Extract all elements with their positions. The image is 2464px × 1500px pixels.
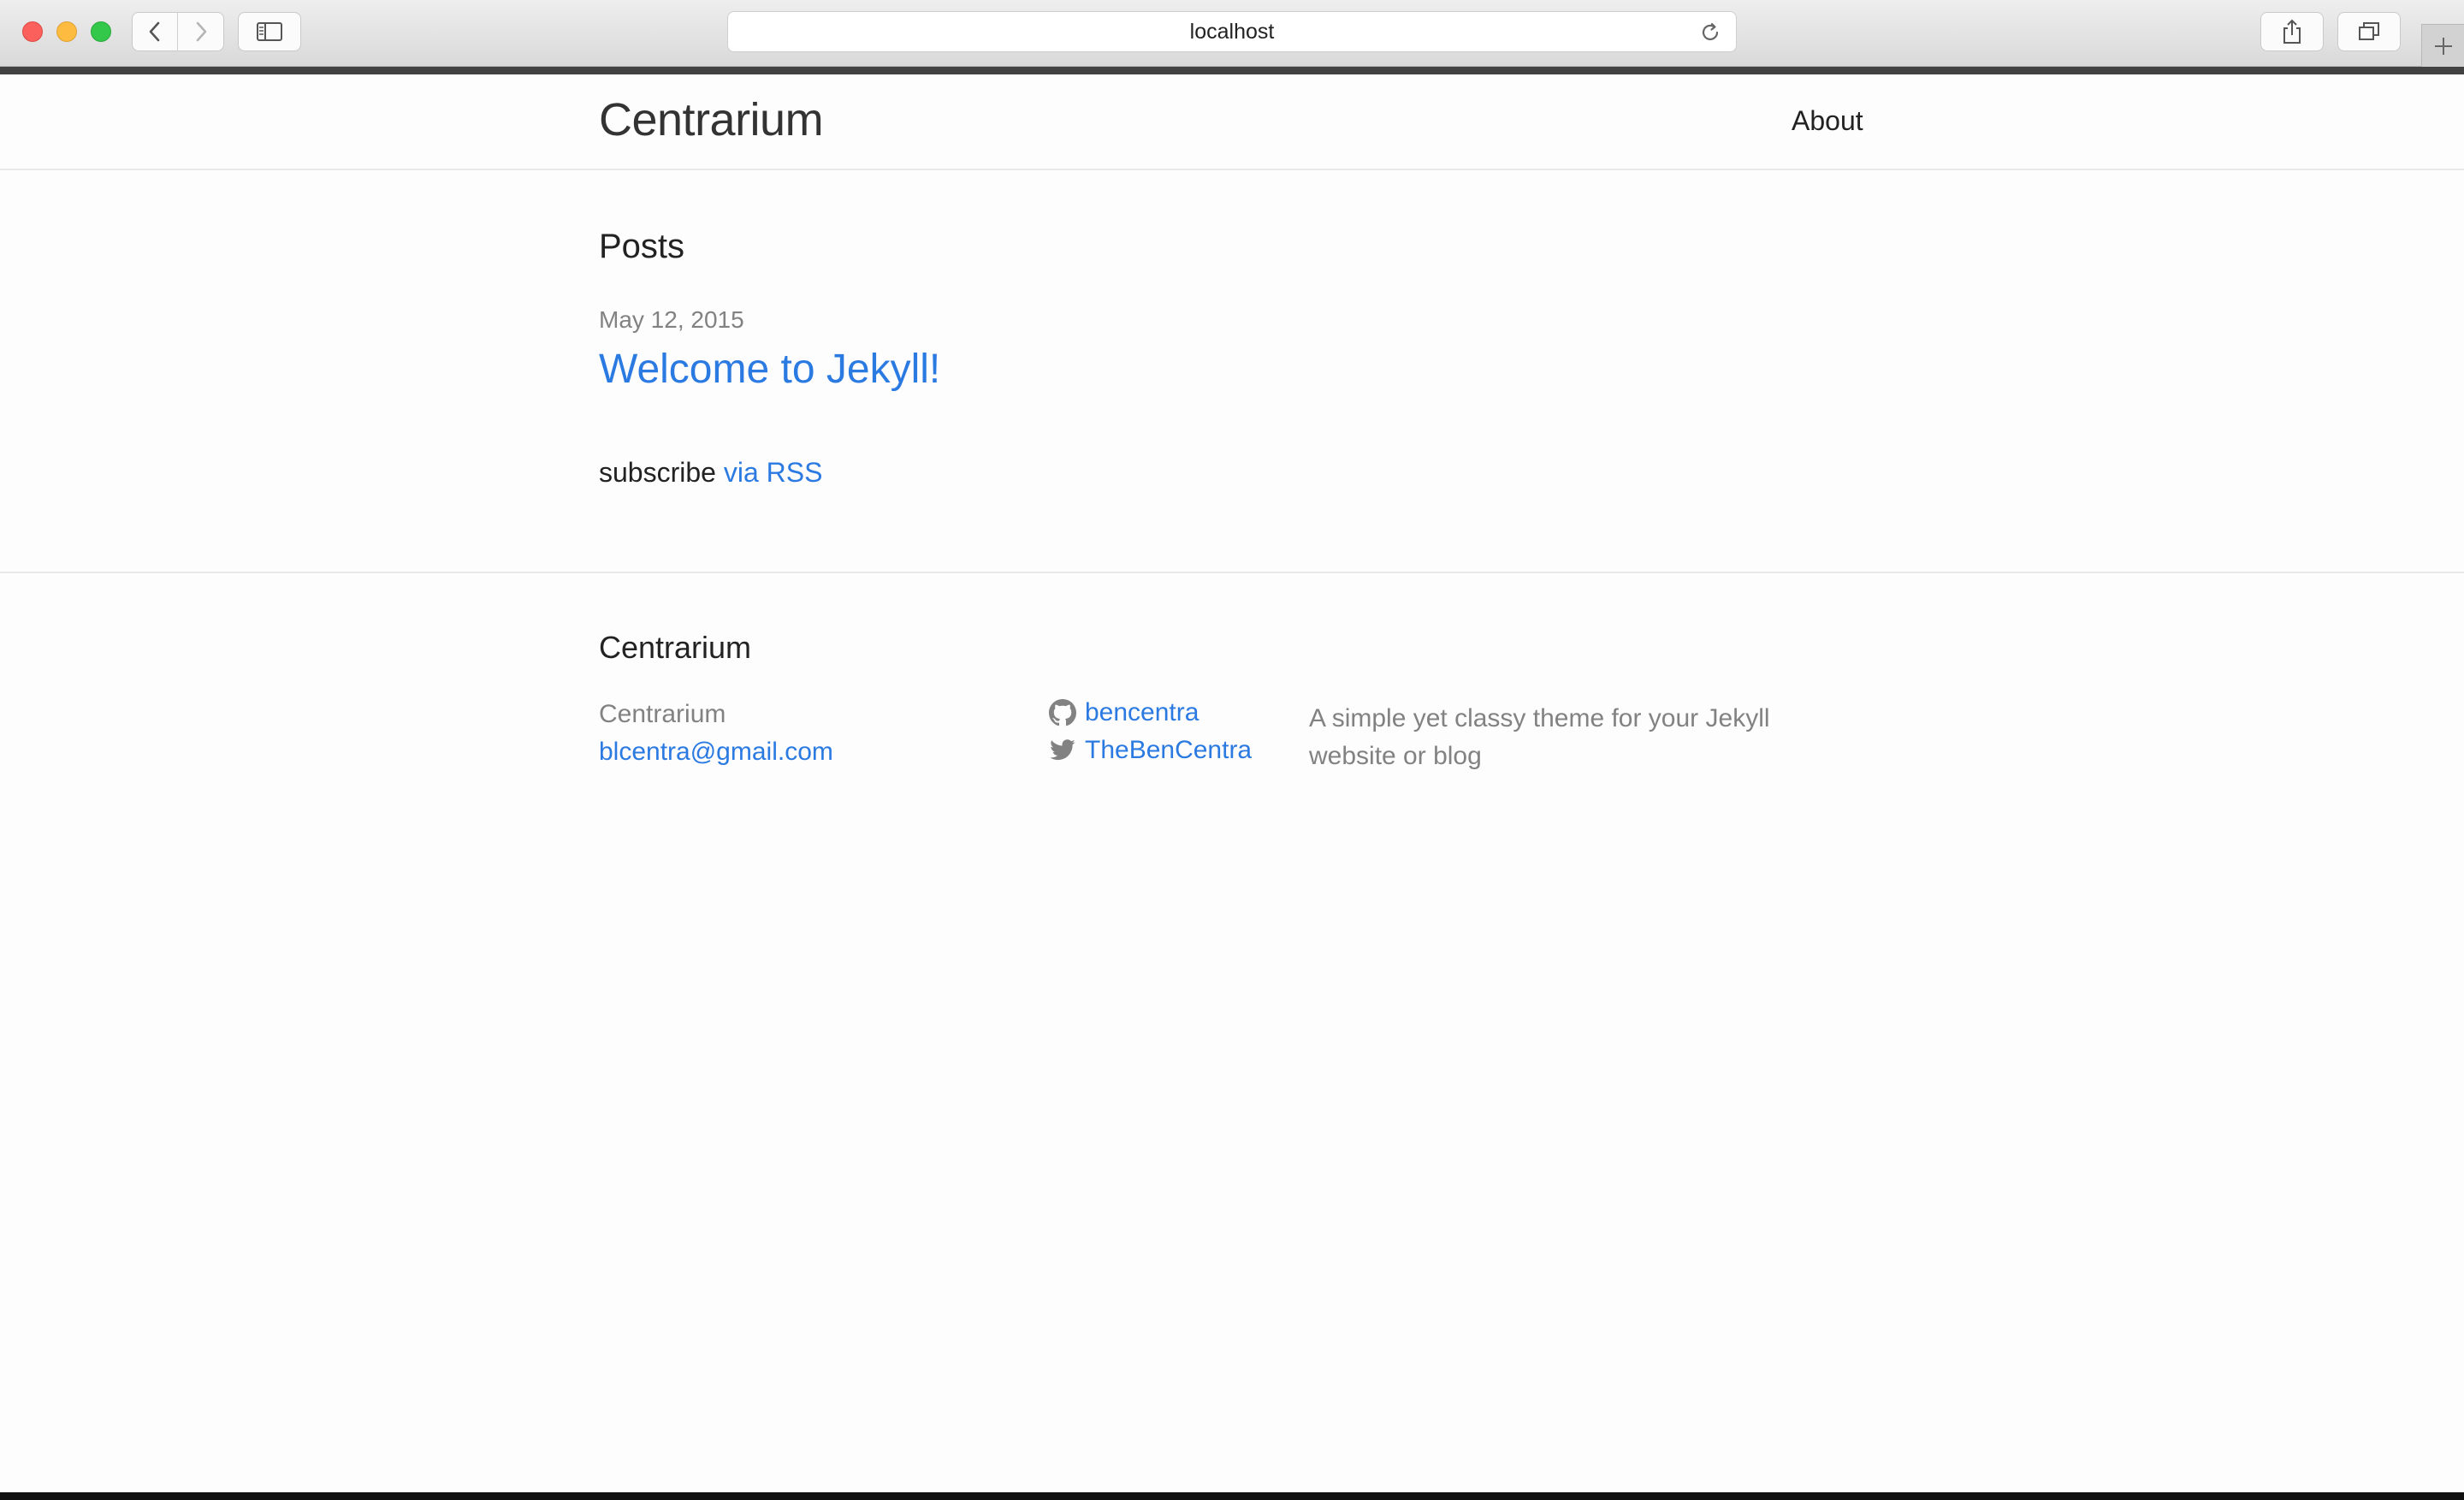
rss-prefix: subscribe <box>599 457 716 488</box>
share-button[interactable] <box>2260 12 2324 51</box>
sidebar-toggle-button[interactable] <box>238 12 301 51</box>
tabs-icon <box>2359 22 2379 40</box>
github-icon <box>1049 699 1076 726</box>
share-icon <box>2283 19 2301 44</box>
sidebar-icon <box>257 22 282 41</box>
footer-email-link[interactable]: blcentra@gmail.com <box>599 738 833 767</box>
window-bottom-edge <box>0 1492 2464 1500</box>
tab-overview-button[interactable] <box>2337 12 2401 51</box>
reload-icon[interactable] <box>1698 21 1722 44</box>
github-username: bencentra <box>1085 698 1199 726</box>
history-nav <box>132 12 224 51</box>
site-title-link[interactable]: Centrarium <box>599 93 824 146</box>
footer-site-name: Centrarium <box>599 700 726 728</box>
footer-heading: Centrarium <box>599 630 752 665</box>
chevron-left-icon <box>149 21 160 42</box>
rss-subscribe: subscribe via RSS <box>599 457 822 489</box>
close-window-button[interactable] <box>22 21 43 42</box>
post-date: May 12, 2015 <box>599 306 744 333</box>
posts-heading: Posts <box>599 228 685 265</box>
zoom-window-button[interactable] <box>91 21 111 42</box>
github-link[interactable]: bencentra <box>1049 698 1199 727</box>
site-header: Centrarium About <box>0 74 2464 170</box>
twitter-icon <box>1050 739 1075 761</box>
footer-description: A simple yet classy theme for your Jekyl… <box>1309 704 1770 770</box>
tab-bar-strip <box>0 67 2464 74</box>
forward-button[interactable] <box>178 12 224 51</box>
post-title-link[interactable]: Welcome to Jekyll! <box>599 346 940 393</box>
address-bar[interactable]: localhost <box>727 11 1737 52</box>
browser-toolbar: localhost <box>0 0 2464 67</box>
address-text: localhost <box>1189 19 1275 44</box>
back-button[interactable] <box>132 12 178 51</box>
twitter-username: TheBenCentra <box>1085 736 1253 764</box>
nav-link-about[interactable]: About <box>1792 105 1863 137</box>
rss-link[interactable]: via RSS <box>724 457 823 488</box>
plus-icon <box>2434 37 2452 55</box>
minimize-window-button[interactable] <box>56 21 77 42</box>
site-footer: Centrarium Centrarium blcentra@gmail.com… <box>0 572 2464 1496</box>
chevron-right-icon <box>196 21 206 42</box>
new-tab-button[interactable] <box>2421 24 2464 67</box>
twitter-link[interactable]: TheBenCentra <box>1049 736 1252 765</box>
